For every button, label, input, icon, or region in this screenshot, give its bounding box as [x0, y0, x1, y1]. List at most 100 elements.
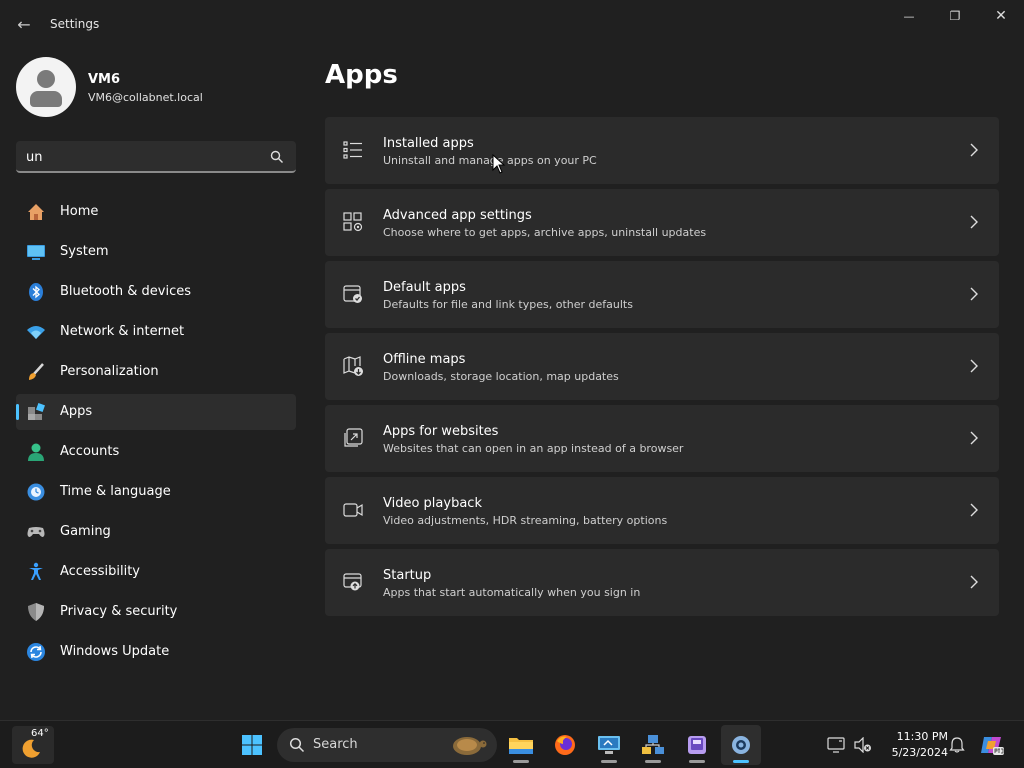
card-description: Defaults for file and link types, other …: [383, 298, 633, 311]
sidebar-item-home[interactable]: Home: [16, 194, 296, 230]
sidebar-item-system[interactable]: System: [16, 234, 296, 270]
restore-icon: ❐: [949, 9, 961, 23]
card-title: Advanced app settings: [383, 208, 532, 223]
tray-display-button[interactable]: [822, 725, 850, 765]
sidebar-item-bluetooth[interactable]: Bluetooth & devices: [16, 274, 296, 310]
weather-moon-icon: [22, 739, 40, 758]
close-icon: ✕: [995, 8, 1007, 24]
apps-icon: [28, 403, 45, 420]
minimize-button[interactable]: —: [886, 0, 932, 32]
file-explorer-button[interactable]: [501, 725, 541, 765]
taskbar-search[interactable]: Search: [277, 728, 497, 762]
home-icon: [28, 204, 44, 220]
card-video-playback[interactable]: Video playback Video adjustments, HDR st…: [325, 477, 999, 544]
minimize-icon: —: [903, 9, 915, 23]
startup-icon: [343, 573, 362, 591]
gear-icon: [732, 736, 750, 754]
user-name: VM6: [88, 72, 121, 87]
sidebar-item-windows-update[interactable]: Windows Update: [16, 634, 296, 670]
notifications-button[interactable]: [944, 725, 970, 765]
video-icon: [343, 503, 363, 517]
shield-icon: [28, 603, 44, 621]
card-default-apps[interactable]: Default apps Defaults for file and link …: [325, 261, 999, 328]
card-apps-for-websites[interactable]: Apps for websites Websites that can open…: [325, 405, 999, 472]
card-installed-apps[interactable]: Installed apps Uninstall and manage apps…: [325, 117, 999, 184]
taskbar-running-indicator: [645, 760, 661, 763]
firefox-icon: [555, 735, 575, 755]
start-button[interactable]: [232, 725, 272, 765]
sidebar-item-personalization[interactable]: Personalization: [16, 354, 296, 390]
weather-widget[interactable]: 64°: [12, 726, 54, 764]
remote-desktop-button[interactable]: [589, 725, 629, 765]
card-description: Video adjustments, HDR streaming, batter…: [383, 514, 668, 527]
sidebar-item-accessibility[interactable]: Accessibility: [16, 554, 296, 590]
open-in-app-icon: [344, 428, 363, 447]
settings-search-input[interactable]: [26, 147, 256, 167]
copilot-icon: [981, 737, 1004, 755]
card-description: Choose where to get apps, archive apps, …: [383, 226, 707, 239]
taskbar-running-indicator: [733, 760, 749, 763]
sidebar-item-time-language[interactable]: Time & language: [16, 474, 296, 510]
sidebar-item-label: Windows Update: [60, 644, 170, 659]
sidebar-item-label: Apps: [60, 404, 93, 419]
card-description: Apps that start automatically when you s…: [383, 586, 641, 599]
back-button[interactable]: ←: [10, 10, 38, 38]
sidebar-item-network[interactable]: Network & internet: [16, 314, 296, 350]
sidebar-item-label: Accounts: [60, 444, 120, 459]
map-download-icon: [343, 356, 363, 376]
turtle-highlight-icon: [453, 737, 487, 755]
sidebar-item-accounts[interactable]: Accounts: [16, 434, 296, 470]
notes-app-button[interactable]: [677, 725, 717, 765]
sidebar-item-apps[interactable]: Apps: [16, 394, 296, 430]
maximize-button[interactable]: ❐: [932, 0, 978, 32]
settings-app-button[interactable]: [721, 725, 761, 765]
firefox-button[interactable]: [545, 725, 585, 765]
taskbar: 64° Search 11:30 PM 5/23/2024: [0, 720, 1024, 768]
sidebar-item-label: Personalization: [60, 364, 159, 379]
copilot-button[interactable]: [975, 725, 1009, 765]
tray-volume-button[interactable]: [849, 725, 877, 765]
title-bar: ← Settings — ❐ ✕: [0, 0, 1024, 48]
page-title: Apps: [325, 60, 398, 90]
card-title: Default apps: [383, 280, 466, 295]
app-title: Settings: [50, 17, 100, 31]
card-offline-maps[interactable]: Offline maps Downloads, storage location…: [325, 333, 999, 400]
sidebar-item-privacy-security[interactable]: Privacy & security: [16, 594, 296, 630]
card-title: Installed apps: [383, 136, 474, 151]
apps-settings-list: Installed apps Uninstall and manage apps…: [325, 117, 999, 621]
globe-clock-icon: [27, 483, 45, 501]
bell-icon: [949, 737, 965, 753]
accessibility-icon: [29, 562, 43, 580]
search-icon[interactable]: [268, 148, 286, 166]
mouse-cursor-icon: [492, 154, 506, 174]
card-title: Offline maps: [383, 352, 466, 367]
chevron-right-icon: [970, 431, 978, 445]
close-button[interactable]: ✕: [978, 0, 1024, 32]
brush-icon: [29, 363, 44, 380]
settings-search-box[interactable]: [16, 141, 296, 173]
card-advanced-app-settings[interactable]: Advanced app settings Choose where to ge…: [325, 189, 999, 256]
sidebar-item-label: Time & language: [60, 484, 171, 499]
sidebar-item-label: System: [60, 244, 109, 259]
chevron-right-icon: [970, 359, 978, 373]
taskbar-running-indicator: [513, 760, 529, 763]
user-email: VM6@collabnet.local: [88, 91, 203, 104]
card-title: Video playback: [383, 496, 482, 511]
sidebar-item-gaming[interactable]: Gaming: [16, 514, 296, 550]
network-tools-icon: [642, 735, 664, 754]
avatar[interactable]: [16, 57, 76, 117]
weather-temperature: 64°: [31, 728, 49, 739]
chevron-right-icon: [970, 287, 978, 301]
list-icon: [343, 141, 362, 159]
taskbar-clock[interactable]: 11:30 PM 5/23/2024: [880, 729, 948, 761]
network-tools-button[interactable]: [633, 725, 673, 765]
chevron-right-icon: [970, 143, 978, 157]
monitor-icon: [27, 245, 45, 260]
card-startup[interactable]: Startup Apps that start automatically wh…: [325, 549, 999, 616]
remote-desktop-icon: [598, 736, 620, 754]
chevron-right-icon: [970, 215, 978, 229]
avatar-body: [30, 91, 62, 107]
search-icon: [289, 737, 305, 753]
notes-app-icon: [688, 736, 706, 754]
sidebar-item-label: Network & internet: [60, 324, 185, 339]
